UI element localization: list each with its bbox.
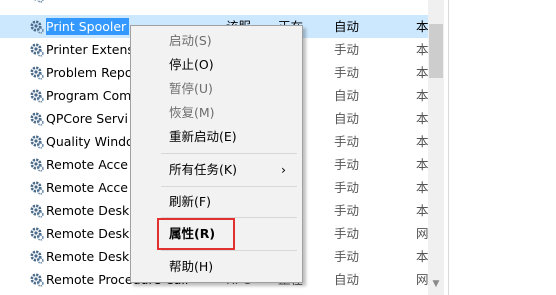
service-name: Program Com <box>46 88 132 103</box>
service-name: Quality Windo <box>46 134 134 149</box>
service-name: QPCore Servi <box>46 111 128 126</box>
service-startup-type: 手动 <box>334 180 360 195</box>
service-startup-type: 自动 <box>334 111 360 126</box>
service-logon-as: 本 <box>416 134 428 149</box>
service-name: Remote Desk <box>46 203 130 218</box>
menu-item-pause[interactable]: 暂停(U) <box>169 79 213 99</box>
service-row[interactable]: Power <box>0 0 428 7</box>
service-logon-as: 本 <box>416 42 428 57</box>
menu-separator <box>161 250 297 251</box>
service-logon-as: 本 <box>416 157 428 172</box>
gear-icon <box>29 180 45 196</box>
chevron-down-icon[interactable]: ▼ <box>428 276 444 292</box>
service-logon-as: 本 <box>416 88 428 103</box>
service-logon-as: 本 <box>416 249 428 264</box>
service-name: Remote Acce <box>46 157 128 172</box>
service-startup-type: 自动 <box>334 272 360 287</box>
gear-icon <box>29 19 45 35</box>
gear-icon <box>29 157 45 173</box>
menu-item-start[interactable]: 启动(S) <box>169 31 212 51</box>
gear-icon <box>29 134 45 150</box>
service-logon-as: 本 <box>416 203 428 218</box>
gear-icon <box>29 249 45 265</box>
service-name: Remote Desk <box>46 249 130 264</box>
service-startup-type: 自动 <box>334 88 360 103</box>
service-name: Power <box>46 0 87 4</box>
menu-item-stop[interactable]: 停止(O) <box>169 55 214 75</box>
service-logon-as: 网 <box>416 272 428 287</box>
service-startup-type: 手动 <box>334 249 360 264</box>
service-logon-as: 本 <box>416 180 428 195</box>
service-startup-type: 手动 <box>334 203 360 218</box>
gear-icon <box>29 272 45 288</box>
service-name: Remote Acce <box>46 180 128 195</box>
menu-item-resume[interactable]: 恢复(M) <box>169 103 215 123</box>
menu-item-restart[interactable]: 重新启动(E) <box>169 127 237 147</box>
service-name: Printer Extens <box>46 42 134 57</box>
properties-highlight-box <box>157 218 235 250</box>
service-startup-type: 自动 <box>334 19 360 34</box>
gear-icon <box>29 42 45 58</box>
gear-icon <box>29 88 45 104</box>
gear-icon <box>29 65 45 81</box>
menu-separator <box>161 186 297 187</box>
service-name: Print Spooler <box>46 18 130 35</box>
service-logon-as: 本 <box>416 65 428 80</box>
service-logon-as: 网 <box>416 226 428 241</box>
service-name: Remote Desk <box>46 226 130 241</box>
gear-icon <box>29 226 45 242</box>
service-startup-type: 手动 <box>334 157 360 172</box>
service-startup-type: 手动 <box>334 42 360 57</box>
service-logon-as: 本 <box>416 111 428 126</box>
gear-icon <box>29 111 45 127</box>
menu-item-help[interactable]: 帮助(H) <box>169 257 213 277</box>
pane-divider <box>448 0 449 295</box>
right-pane <box>444 0 556 295</box>
service-startup-type: 手动 <box>334 65 360 80</box>
submenu-chevron-icon: › <box>281 162 286 177</box>
service-startup-type: 手动 <box>334 226 360 241</box>
service-name: Problem Repo <box>46 65 133 80</box>
menu-item-all-tasks[interactable]: 所有任务(K) <box>169 160 237 180</box>
menu-item-refresh[interactable]: 刷新(F) <box>169 192 211 212</box>
service-logon-as: 本 <box>416 19 428 34</box>
menu-separator <box>161 153 297 154</box>
gear-icon <box>29 0 45 4</box>
scrollbar-thumb[interactable] <box>429 24 443 78</box>
gear-icon <box>29 203 45 219</box>
service-startup-type: 手动 <box>334 134 360 149</box>
